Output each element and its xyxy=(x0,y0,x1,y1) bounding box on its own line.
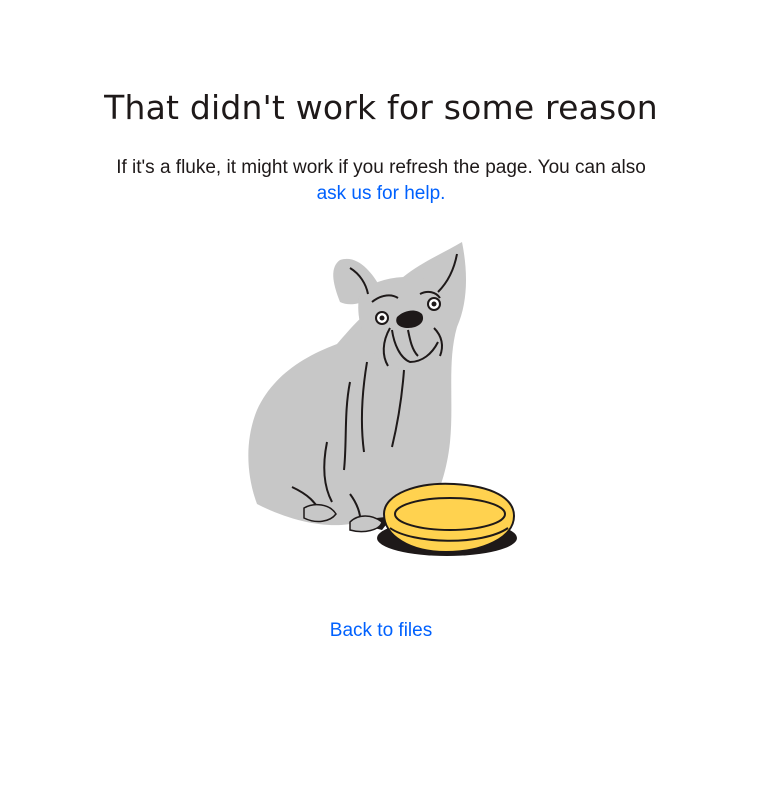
error-message-text: If it's a fluke, it might work if you re… xyxy=(116,157,646,178)
error-message: If it's a fluke, it might work if you re… xyxy=(0,155,762,207)
error-page: That didn't work for some reason If it's… xyxy=(0,0,770,800)
page-title: That didn't work for some reason xyxy=(104,88,658,127)
help-link[interactable]: ask us for help. xyxy=(0,181,762,207)
sad-bulldog-empty-bowl-icon xyxy=(248,242,517,556)
back-to-files-link[interactable]: Back to files xyxy=(0,620,762,642)
